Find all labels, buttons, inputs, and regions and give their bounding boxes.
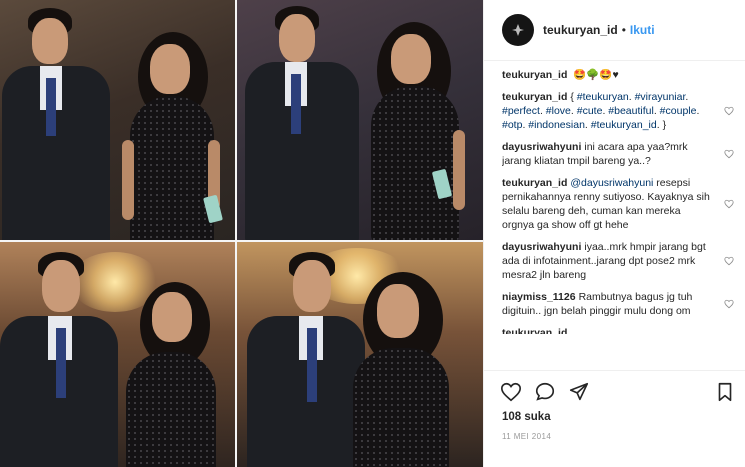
comment-username[interactable]: teukuryan_id [502,177,567,189]
speech-bubble-icon[interactable] [534,381,556,403]
hashtag-link[interactable]: #teukuryan_id [591,119,657,131]
paper-plane-icon[interactable] [568,381,590,403]
comment-text: . [685,91,689,103]
post-date: 11 MEI 2014 [502,432,552,441]
comment-username-partial: teukuryan_id [502,327,568,334]
comment-username[interactable]: dayusriwahyuni [502,241,581,253]
list-item: niaymiss_1126 Rambutnya bagus jg tuh digi… [502,290,738,318]
post-side-panel: teukuryan_id • Ikuti teukuryan_id 🤩🌳🤩♥ t… [483,0,745,467]
bookmark-icon[interactable] [714,381,736,403]
comment-username[interactable]: teukuryan_id [502,91,567,103]
header-username[interactable]: teukuryan_id [543,23,618,37]
heart-icon[interactable] [724,256,734,266]
photo-collage-bottom-left [0,242,235,467]
hashtag-link[interactable]: #perfect [502,105,540,117]
comment-text: . [696,105,700,117]
post-photo[interactable] [0,0,483,467]
hashtag-link[interactable]: #otp [502,119,522,131]
photo-collage-top-left [0,0,235,240]
caption-username[interactable]: teukuryan_id [502,69,567,81]
comment-username[interactable]: niaymiss_1126 [502,291,576,303]
heart-icon[interactable] [724,299,734,309]
hashtag-link[interactable]: #indonesian [528,119,585,131]
list-item: dayusriwahyuni ini acara apa yaa?mrk jara… [502,140,738,168]
follow-button[interactable]: Ikuti [630,23,655,37]
heart-icon[interactable] [724,149,734,159]
list-item: teukuryan_id{ #teukuryan. #virayuniar. #… [502,90,738,132]
comment-username[interactable]: dayusriwahyuni [502,141,581,153]
hashtag-link[interactable]: #beautiful [608,105,654,117]
post-actions: 108 suka 11 MEI 2014 [484,370,745,467]
photo-collage-bottom-right [237,242,483,467]
hashtag-link[interactable]: #virayuniar [635,91,686,103]
avatar[interactable] [502,14,534,46]
caption-text: 🤩🌳🤩♥ [573,69,619,81]
heart-icon[interactable] [724,199,734,209]
header-separator: • [621,23,626,37]
list-item: teukuryan_id @dayusriwahyuni resepsi pern… [502,176,738,232]
hashtag-link[interactable]: #cute [577,105,603,117]
collage-divider-vertical [235,0,237,467]
caption: teukuryan_id 🤩🌳🤩♥ [502,68,738,82]
hashtag-link[interactable]: #teukuryan [577,91,629,103]
like-count[interactable]: 108 suka [502,411,551,423]
comment-text: . } [656,119,667,131]
post-header: teukuryan_id • Ikuti [484,0,745,61]
list-item: teukuryan_id [502,326,738,334]
collage-divider-horizontal [0,240,483,242]
heart-outline-icon[interactable] [500,381,522,403]
profile-logo-icon [512,24,524,36]
list-item: dayusriwahyuni iyaa..mrk hmpir jarang bgt… [502,240,738,282]
hashtag-link[interactable]: #love [546,105,571,117]
comments-list[interactable]: teukuryan_id 🤩🌳🤩♥ teukuryan_id{ #teukury… [502,68,738,370]
photo-collage-top-right [237,0,483,240]
hashtag-link[interactable]: @dayusriwahyuni [570,177,653,189]
hashtag-link[interactable]: #couple [660,105,697,117]
heart-icon[interactable] [724,106,734,116]
